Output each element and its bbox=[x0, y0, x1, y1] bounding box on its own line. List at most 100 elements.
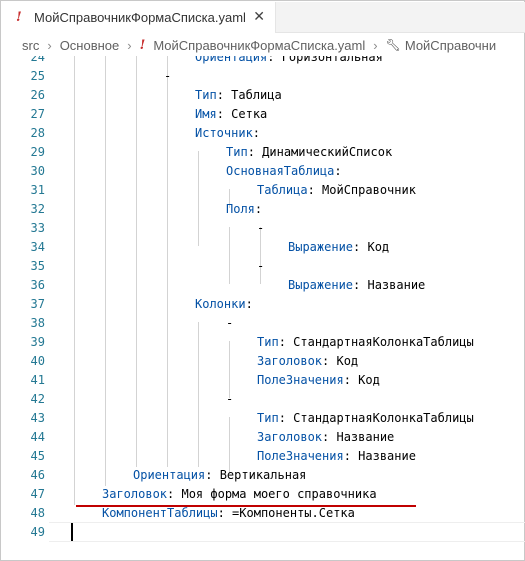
code-line[interactable]: 30 ОсновнаяТаблица: bbox=[2, 162, 525, 181]
breadcrumb-item-symbol[interactable]: МойСправочни bbox=[405, 38, 496, 53]
line-number: 26 bbox=[30, 88, 45, 102]
yaml-value: Моя форма моего справочника bbox=[181, 487, 377, 501]
code-text: - bbox=[226, 390, 233, 409]
yaml-key: Поля bbox=[226, 202, 255, 216]
yaml-value: Вертикальная bbox=[219, 468, 307, 482]
code-text: Тип: СтандартнаяКолонкаТаблицы bbox=[257, 333, 474, 352]
breadcrumb-item-file[interactable]: МойСправочникФормаСписка.yaml bbox=[153, 38, 365, 53]
yaml-value: ДинамическийСписок bbox=[262, 145, 393, 159]
wrench-icon: 🔧︎ bbox=[385, 38, 401, 52]
yaml-value: - bbox=[257, 259, 265, 273]
yaml-key: Ориентация bbox=[195, 56, 268, 64]
code-line[interactable]: 38 - bbox=[2, 314, 525, 333]
code-line[interactable]: 24 Ориентация: Горизонтальная bbox=[2, 56, 525, 67]
code-text: - bbox=[226, 314, 233, 333]
highlight-underline bbox=[76, 505, 416, 507]
line-number: 40 bbox=[30, 354, 45, 368]
line-number: 45 bbox=[30, 449, 45, 463]
code-text: Ориентация: Горизонтальная bbox=[195, 56, 383, 67]
line-number: 25 bbox=[30, 69, 45, 83]
yaml-separator: : bbox=[216, 107, 232, 121]
chevron-right-icon: › bbox=[47, 37, 52, 53]
close-icon[interactable]: ✕ bbox=[253, 9, 265, 25]
code-editor[interactable]: 24 Ориентация: Горизонтальная 25 - 26 Тип: Та… bbox=[2, 56, 525, 561]
yaml-key: Заголовок bbox=[257, 430, 323, 444]
line-number: 32 bbox=[30, 202, 45, 216]
yaml-value: Код bbox=[367, 240, 390, 254]
code-line[interactable]: 45 ПолеЗначения: Название bbox=[2, 447, 525, 466]
yaml-value: - bbox=[226, 316, 234, 330]
code-line[interactable]: 29 Тип: ДинамическийСписок bbox=[2, 143, 525, 162]
breadcrumb-item-src[interactable]: src bbox=[22, 38, 39, 53]
line-number: 30 bbox=[30, 164, 45, 178]
code-line[interactable]: 31 Таблица: МойСправочник bbox=[2, 181, 525, 200]
code-line[interactable]: 33 - bbox=[2, 219, 525, 238]
yaml-separator: : bbox=[278, 335, 294, 349]
code-line[interactable]: 44 Заголовок: Название bbox=[2, 428, 525, 447]
yaml-exclamation-icon: ! bbox=[16, 10, 22, 25]
code-line[interactable]: 39 Тип: СтандартнаяКолонкаТаблицы bbox=[2, 333, 525, 352]
code-text: Поля: bbox=[226, 200, 262, 219]
line-number: 27 bbox=[30, 107, 45, 121]
code-line[interactable]: 43 Тип: СтандартнаяКолонкаТаблицы bbox=[2, 409, 525, 428]
code-line[interactable]: 40 Заголовок: Код bbox=[2, 352, 525, 371]
yaml-key: ОсновнаяТаблица bbox=[226, 164, 335, 178]
code-text: Колонки: bbox=[195, 295, 253, 314]
code-line[interactable]: 37 Колонки: bbox=[2, 295, 525, 314]
line-number: 49 bbox=[30, 525, 45, 539]
code-text: Заголовок: Код bbox=[257, 352, 358, 371]
line-number: 35 bbox=[30, 259, 45, 273]
yaml-exclamation-icon: ! bbox=[139, 37, 146, 53]
yaml-key: Тип bbox=[226, 145, 248, 159]
yaml-separator: : bbox=[247, 145, 263, 159]
yaml-value: - bbox=[226, 392, 234, 406]
tab-label: МойСправочникФормаСписка.yaml bbox=[34, 10, 246, 25]
yaml-separator: : bbox=[353, 278, 368, 292]
code-line[interactable]: 35 - bbox=[2, 257, 525, 276]
code-text: Имя: Сетка bbox=[195, 105, 267, 124]
line-number: 39 bbox=[30, 335, 45, 349]
line-number: 38 bbox=[30, 316, 45, 330]
yaml-key: Источник bbox=[195, 126, 253, 140]
line-number: 37 bbox=[30, 297, 45, 311]
code-text: Ориентация: Вертикальная bbox=[133, 466, 306, 485]
code-line[interactable]: 26 Тип: Таблица bbox=[2, 86, 525, 105]
code-line[interactable]: 41 ПолеЗначения: Код bbox=[2, 371, 525, 390]
line-number: 48 bbox=[30, 506, 45, 520]
code-line[interactable]: 46 Ориентация: Вертикальная bbox=[2, 466, 525, 485]
yaml-value: Горизонтальная bbox=[281, 56, 383, 64]
line-number: 29 bbox=[30, 145, 45, 159]
code-line[interactable]: 25 - bbox=[2, 67, 525, 86]
yaml-value: Код bbox=[336, 354, 359, 368]
yaml-separator: : bbox=[245, 297, 253, 311]
code-line[interactable]: 42 - bbox=[2, 390, 525, 409]
code-line[interactable]: 47 Заголовок: Моя форма моего справочника bbox=[2, 485, 525, 504]
code-text: Заголовок: Название bbox=[257, 428, 394, 447]
yaml-key: Имя bbox=[195, 107, 217, 121]
code-text: ПолеЗначения: Код bbox=[257, 371, 380, 390]
breadcrumb: src › Основное › ! МойСправочникФормаСпи… bbox=[2, 34, 525, 56]
yaml-key: Колонки bbox=[195, 297, 246, 311]
yaml-value: Название bbox=[358, 449, 416, 463]
yaml-separator: : bbox=[343, 449, 359, 463]
code-text: Тип: СтандартнаяКолонкаТаблицы bbox=[257, 409, 474, 428]
line-number: 47 bbox=[30, 487, 45, 501]
code-text: - bbox=[164, 67, 171, 86]
yaml-value: Сетка bbox=[231, 107, 268, 121]
code-line[interactable]: 36 Выражение: Название bbox=[2, 276, 525, 295]
code-text: Выражение: Название bbox=[288, 276, 425, 295]
code-text: ОсновнаяТаблица: bbox=[226, 162, 342, 181]
code-line[interactable]: 27 Имя: Сетка bbox=[2, 105, 525, 124]
yaml-value: Название bbox=[367, 278, 426, 292]
code-text: Тип: ДинамическийСписок bbox=[226, 143, 392, 162]
tab-yaml-file[interactable]: ! МойСправочникФормаСписка.yaml ✕ bbox=[2, 2, 276, 33]
code-line[interactable]: 32 Поля: bbox=[2, 200, 525, 219]
code-line[interactable]: 28 Источник: bbox=[2, 124, 525, 143]
code-line[interactable]: 34 Выражение: Код bbox=[2, 238, 525, 257]
yaml-separator: : bbox=[334, 164, 342, 178]
yaml-value: Таблица bbox=[231, 88, 282, 102]
line-number: 31 bbox=[30, 183, 45, 197]
yaml-value: СтандартнаяКолонкаТаблицы bbox=[293, 335, 474, 349]
yaml-separator: : bbox=[322, 354, 337, 368]
breadcrumb-item-folder[interactable]: Основное bbox=[60, 38, 120, 53]
